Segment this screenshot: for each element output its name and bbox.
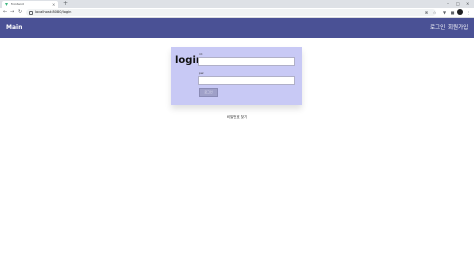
tab-title: frontend: [11, 2, 24, 6]
vue-devtools-icon[interactable]: ▼: [442, 9, 447, 15]
vue-favicon-icon: [5, 3, 8, 6]
browser-tab-strip: frontend × + – □ ×: [0, 0, 474, 8]
brand-link[interactable]: Main: [6, 18, 22, 38]
login-button[interactable]: 로그인: [199, 88, 218, 97]
login-form: login id: pw: 로그인: [171, 47, 302, 105]
minimize-icon[interactable]: –: [447, 0, 449, 7]
id-label: id:: [199, 52, 203, 56]
browser-toolbar: ← → ↻ localhost:8080/login ⌘ ☆ ▼ ■ ⋮: [0, 8, 474, 18]
browser-tab[interactable]: frontend ×: [2, 1, 58, 8]
maximize-icon[interactable]: □: [456, 0, 460, 7]
password-input[interactable]: [198, 76, 295, 85]
find-password-link[interactable]: 비밀번호 찾기: [0, 115, 474, 120]
url-text[interactable]: localhost:8080/login: [35, 9, 71, 16]
reload-icon[interactable]: ↻: [18, 8, 22, 17]
translate-icon[interactable]: ⌘: [424, 9, 429, 15]
info-icon[interactable]: [29, 11, 33, 15]
close-window-icon[interactable]: ×: [466, 0, 469, 7]
pw-label: pw:: [199, 71, 205, 75]
forward-icon[interactable]: →: [10, 8, 14, 17]
signup-link[interactable]: 회원가입: [448, 18, 468, 38]
profile-avatar[interactable]: [457, 9, 463, 15]
login-link[interactable]: 로그인: [430, 18, 445, 38]
bookmark-star-icon[interactable]: ☆: [432, 9, 437, 15]
id-input[interactable]: [198, 57, 295, 66]
address-bar[interactable]: localhost:8080/login: [26, 9, 436, 16]
back-icon[interactable]: ←: [3, 8, 7, 17]
tab-close-icon[interactable]: ×: [52, 2, 55, 7]
extension-icon[interactable]: ■: [450, 9, 455, 15]
site-header: Main 로그인 회원가입: [0, 18, 474, 38]
new-tab-button[interactable]: +: [63, 0, 68, 8]
menu-icon[interactable]: ⋮: [466, 9, 471, 15]
